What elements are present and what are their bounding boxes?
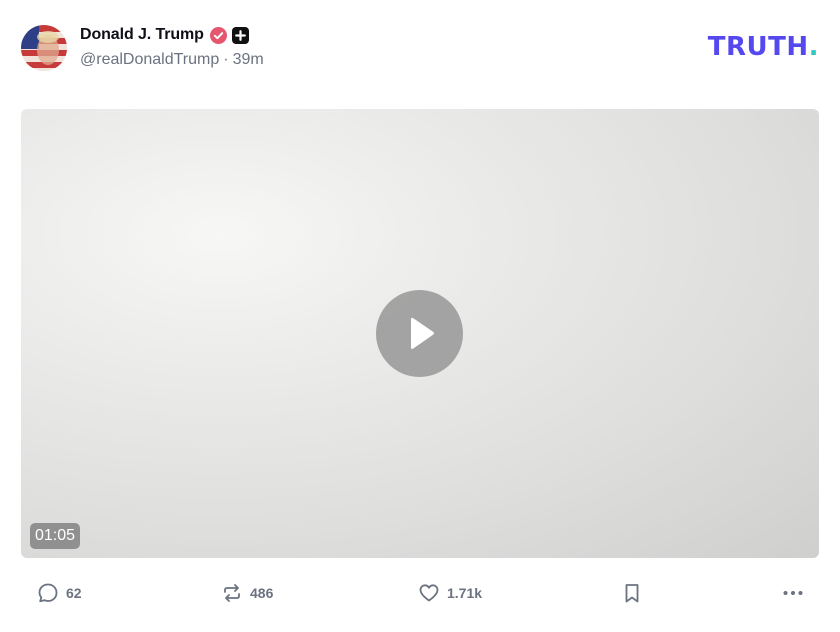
reply-icon <box>38 583 58 603</box>
truth-logo: TRUTH. <box>708 32 819 62</box>
reply-count: 62 <box>66 585 82 601</box>
like-button[interactable]: 1.71k <box>418 576 482 610</box>
heart-icon <box>419 584 439 602</box>
author-handle[interactable]: @realDonaldTrump <box>80 51 219 69</box>
post-header: Donald J. Trump @realDonaldTrump · 39m T… <box>0 0 840 100</box>
logo-text: TRUTH <box>707 32 809 62</box>
like-count: 1.71k <box>447 585 483 601</box>
verified-badge-icon <box>209 26 227 44</box>
post-actions-bar: 62 486 1.71k <box>0 576 840 610</box>
plus-badge-icon <box>231 26 249 44</box>
author-name-row: Donald J. Trump <box>80 24 249 46</box>
play-button[interactable] <box>376 290 463 377</box>
more-icon <box>783 591 803 595</box>
retruth-button[interactable]: 486 <box>221 576 273 610</box>
video-duration: 01:05 <box>30 523 81 549</box>
play-icon <box>410 317 434 349</box>
retruth-icon <box>224 584 240 602</box>
retruth-count: 486 <box>250 585 274 601</box>
reply-button[interactable]: 62 <box>37 576 82 610</box>
avatar[interactable] <box>21 25 67 71</box>
author-handle-row: @realDonaldTrump · 39m <box>80 51 264 69</box>
post-timestamp[interactable]: 39m <box>233 51 264 69</box>
avatar-image <box>21 25 67 71</box>
more-options-button[interactable] <box>782 576 804 610</box>
bookmark-icon <box>625 584 639 603</box>
logo-dot: . <box>808 32 819 62</box>
meta-separator: · <box>223 51 229 68</box>
author-display-name[interactable]: Donald J. Trump <box>80 26 204 44</box>
bookmark-button[interactable] <box>621 576 643 610</box>
video-player[interactable]: 01:05 <box>21 109 819 558</box>
